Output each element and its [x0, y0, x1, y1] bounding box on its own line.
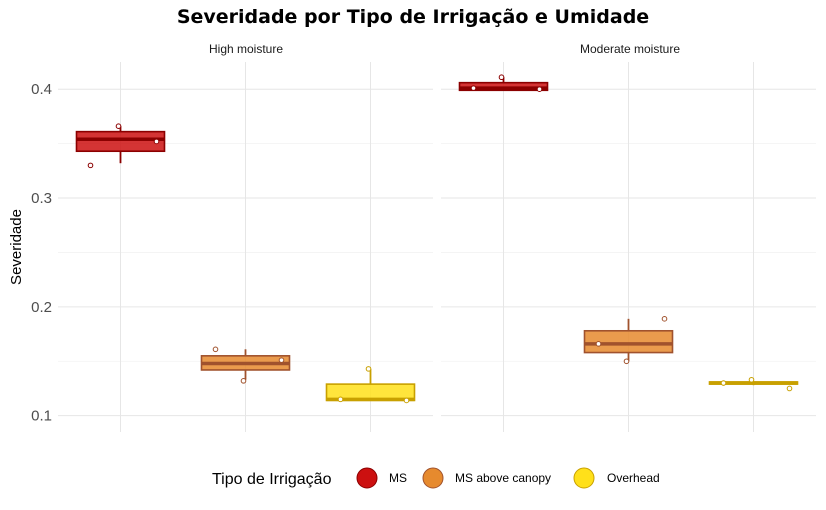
panel-label-high-moisture: High moisture [209, 42, 283, 56]
box-body [75, 130, 166, 153]
box-ms [75, 123, 166, 169]
data-point [498, 74, 505, 81]
panel-moderate-moisture [441, 62, 816, 432]
data-point [661, 316, 668, 322]
legend-item-ms: MS [356, 467, 407, 489]
data-point [337, 396, 344, 403]
panel-label-moderate-moisture: Moderate moisture [580, 42, 680, 56]
legend-key [422, 467, 444, 489]
data-point [153, 138, 160, 145]
data-point [115, 123, 122, 130]
legend-item-overhead: Overhead [573, 467, 660, 489]
legend: MS MS above canopy Overhead [356, 467, 660, 489]
legend-item-ms-above-canopy: MS above canopy [422, 467, 551, 489]
data-point [240, 378, 247, 384]
box-ms-above-canopy [200, 346, 291, 384]
y-tick-label: 0.3 [31, 190, 52, 207]
legend-label: MS above canopy [455, 471, 551, 485]
boxplot-chart: Severidade por Tipo de Irrigação e Umida… [8, 6, 816, 489]
y-axis-ticks: 0.1 0.2 0.3 0.4 [31, 81, 52, 424]
data-point [595, 341, 602, 347]
y-tick-label: 0.4 [31, 81, 52, 98]
legend-title: Tipo de Irrigação [212, 471, 332, 488]
data-point [470, 85, 477, 91]
data-point [403, 397, 410, 404]
data-point [87, 162, 94, 169]
chart-title: Severidade por Tipo de Irrigação e Umida… [177, 6, 649, 28]
box-ms-above-canopy [583, 316, 674, 365]
box-overhead [325, 366, 416, 404]
data-point [786, 385, 793, 392]
panel-high-moisture [58, 62, 433, 432]
data-point [536, 86, 543, 93]
plot-panels [58, 62, 816, 432]
data-point [278, 357, 285, 363]
legend-key [573, 467, 595, 489]
y-tick-label: 0.2 [31, 299, 52, 316]
y-tick-label: 0.1 [31, 408, 52, 425]
legend-label: MS [389, 471, 407, 485]
legend-key [356, 467, 378, 489]
data-point [212, 346, 219, 353]
data-point [720, 380, 727, 386]
y-axis-label: Severidade [8, 209, 25, 285]
data-point [365, 366, 372, 372]
data-point [748, 376, 755, 383]
legend-label: Overhead [607, 471, 660, 485]
data-point [623, 358, 630, 365]
box-ms [458, 74, 549, 93]
